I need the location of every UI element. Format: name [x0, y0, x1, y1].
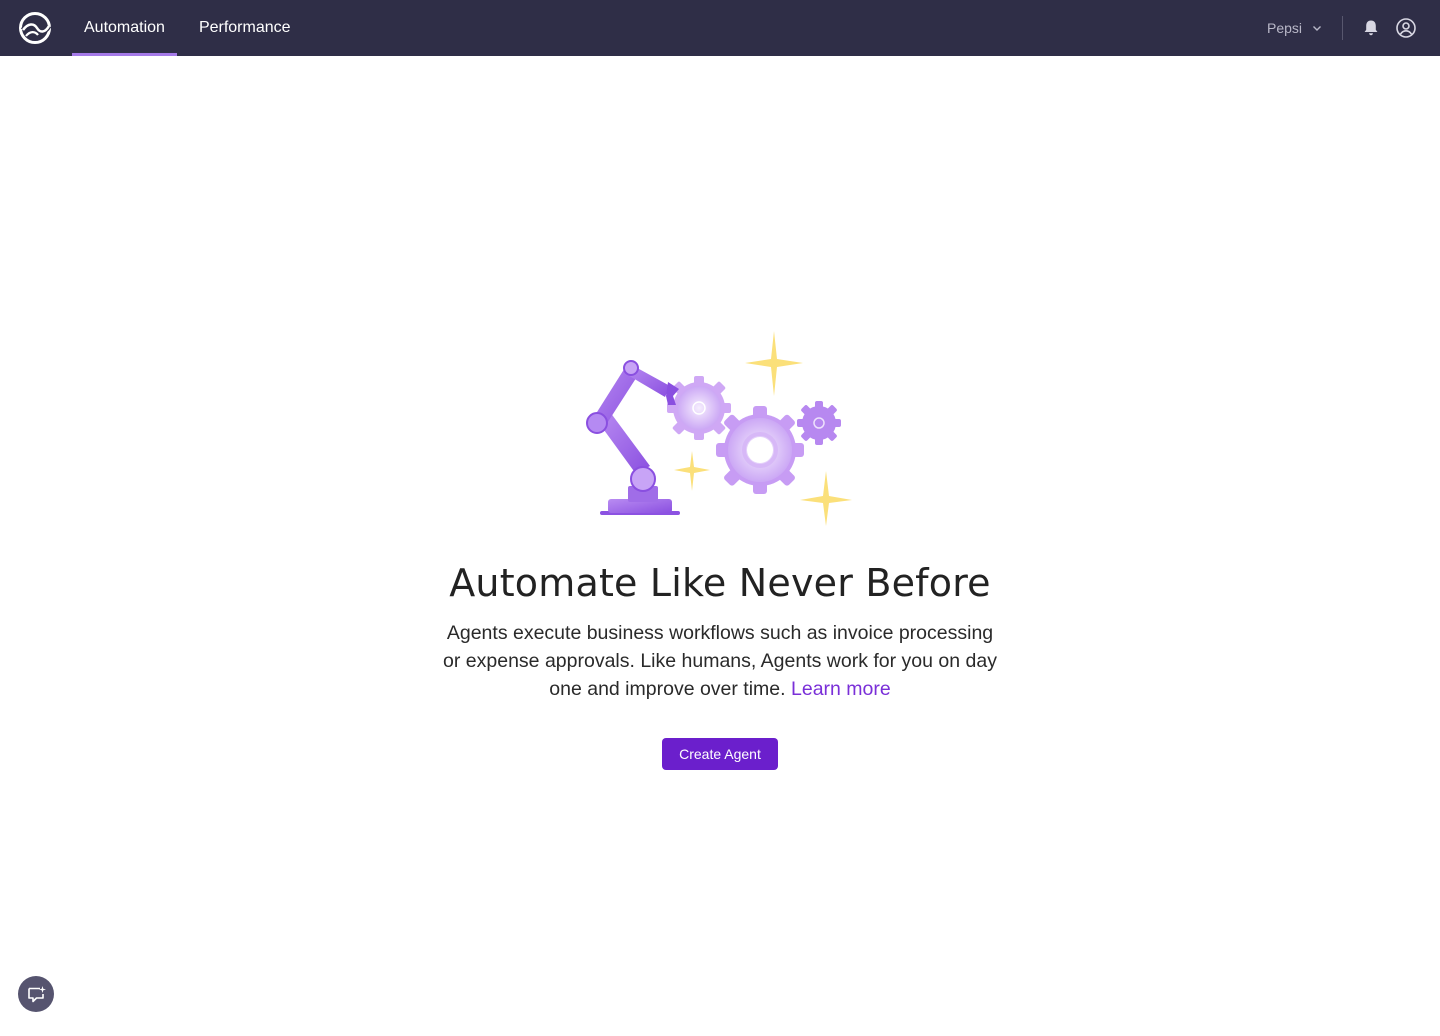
- chat-sparkle-icon: [28, 986, 46, 1003]
- chevron-down-icon: [1313, 26, 1322, 31]
- robot-arm: [586, 360, 680, 515]
- org-selector[interactable]: Pepsi: [1267, 0, 1347, 56]
- page-title: Automate Like Never Before: [449, 561, 991, 605]
- bell-icon[interactable]: [1361, 18, 1381, 38]
- learn-more-link[interactable]: Learn more: [791, 678, 891, 700]
- top-navigation-bar: Automation Performance Pepsi: [0, 0, 1440, 56]
- tab-performance[interactable]: Performance: [177, 0, 303, 56]
- gear-icon-small-top: [667, 376, 731, 440]
- topbar-divider: [1342, 16, 1343, 40]
- gear-icon-small-right: [797, 401, 841, 445]
- org-selector-value: Pepsi: [1267, 20, 1303, 36]
- tab-automation[interactable]: Automation: [72, 0, 177, 56]
- logo-icon[interactable]: [18, 11, 52, 45]
- gear-icon-large: [716, 406, 804, 494]
- description-text: Agents execute business workflows such a…: [443, 622, 997, 700]
- tab-automation-label: Automation: [84, 19, 165, 36]
- empty-state-description: Agents execute business workflows such a…: [440, 619, 1000, 703]
- main-nav: Automation Performance: [72, 0, 303, 56]
- robot-arm-gears-illustration: [586, 331, 852, 526]
- chat-support-button[interactable]: [18, 976, 54, 1012]
- user-circle-icon[interactable]: [1395, 17, 1417, 39]
- create-agent-button[interactable]: Create Agent: [662, 738, 778, 770]
- tab-performance-label: Performance: [198, 19, 291, 36]
